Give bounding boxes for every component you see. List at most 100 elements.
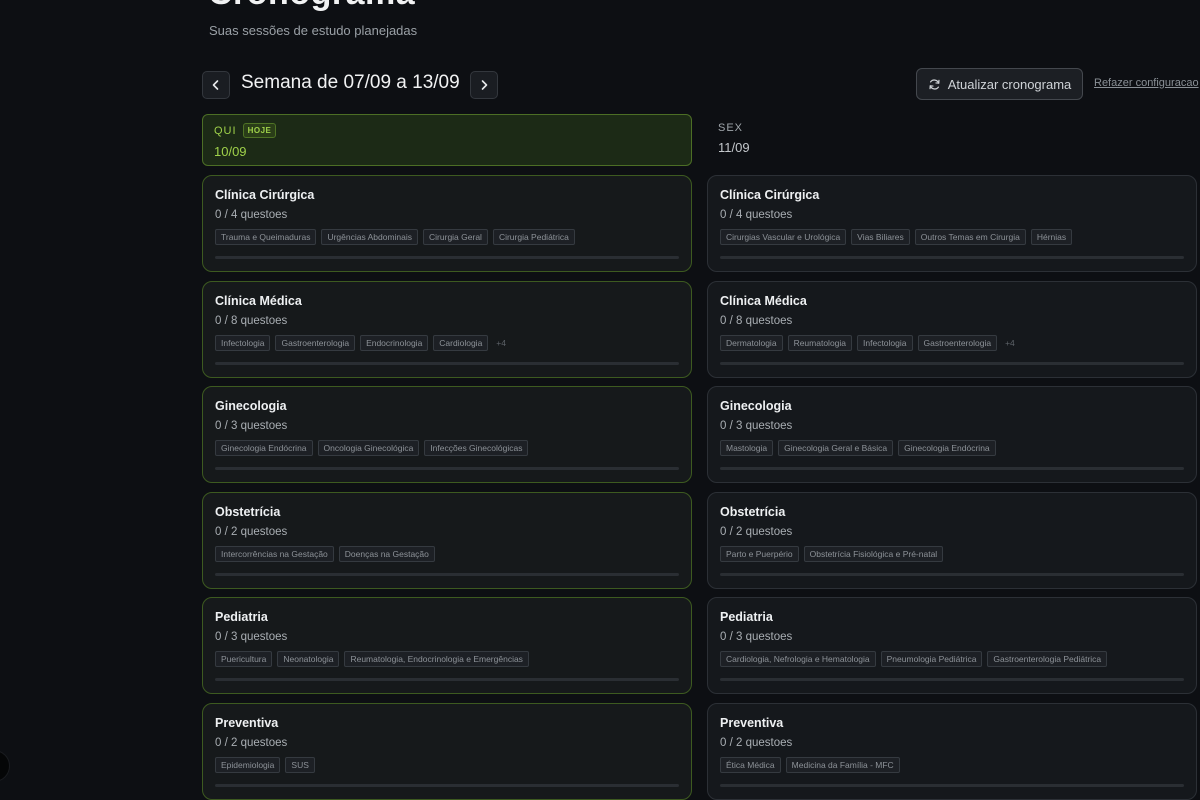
session-count: 0 / 8 questoes <box>215 315 288 327</box>
session-progress-bar <box>215 573 679 576</box>
day-of-week-label: QUI <box>214 124 237 137</box>
day-of-week: SEX <box>718 122 1186 134</box>
session-count: 0 / 2 questoes <box>720 526 793 538</box>
day-date: 10/09 <box>214 144 247 159</box>
session-count: 0 / 3 questoes <box>720 420 793 432</box>
session-card[interactable]: Clínica Médica 0 / 8 questoes Infectologia… <box>202 281 692 378</box>
session-progress-bar <box>720 678 1184 681</box>
session-subject: Clínica Médica <box>215 294 302 308</box>
topic-tag: Intercorrências na Gestação <box>215 546 334 562</box>
redo-config-link[interactable]: Refazer configuracao <box>1094 77 1199 89</box>
session-card[interactable]: Preventiva 0 / 2 questoes Epidemiologia SUS <box>202 703 692 800</box>
topic-tag: Trauma e Queimaduras <box>215 229 317 245</box>
topic-tags: Puericultura Neonatologia Reumatologia, En… <box>215 651 679 667</box>
session-progress-bar <box>720 362 1184 365</box>
topic-tag: Outros Temas em Cirurgia <box>914 229 1026 245</box>
session-subject: Ginecologia <box>720 399 792 413</box>
topic-tags: Cirurgias Vascular e Urológica Vias Bilia… <box>720 229 1184 245</box>
week-label: Semana de 07/09 a 13/09 <box>241 72 460 93</box>
session-subject: Obstetrícia <box>720 505 786 519</box>
session-progress-bar <box>720 467 1184 470</box>
session-subject: Ginecologia <box>215 399 287 413</box>
topic-tags: Parto e Puerpério Obstetrícia Fisiológica… <box>720 546 1184 562</box>
topic-tag: Gastroenterologia <box>917 335 998 351</box>
more-tags-count[interactable]: +4 <box>493 338 506 348</box>
session-card[interactable]: Ginecologia 0 / 3 questoes Ginecologia End… <box>202 386 692 483</box>
session-subject: Clínica Médica <box>720 294 807 308</box>
session-card[interactable]: Clínica Cirúrgica 0 / 4 questoes Trauma e … <box>202 175 692 272</box>
session-subject: Pediatria <box>720 610 773 624</box>
page-title: Cronograma <box>208 0 415 13</box>
session-progress-bar <box>215 678 679 681</box>
floating-dot[interactable] <box>0 750 10 782</box>
topic-tag: Obstetrícia Fisiológica e Pré-natal <box>803 546 944 562</box>
topic-tag: Cirurgia Pediátrica <box>492 229 575 245</box>
session-card[interactable]: Obstetrícia 0 / 2 questoes Parto e Puerpér… <box>707 492 1197 589</box>
day-header-1: SEX 11/09 <box>707 114 1197 166</box>
topic-tag: Doenças na Gestação <box>338 546 435 562</box>
session-card[interactable]: Preventiva 0 / 2 questoes Ética Médica Medi… <box>707 703 1197 800</box>
topic-tag: Cirurgias Vascular e Urológica <box>720 229 847 245</box>
topic-tag: Hérnias <box>1030 229 1073 245</box>
topic-tag: Epidemiologia <box>215 757 281 773</box>
chevron-left-icon <box>212 80 219 90</box>
topic-tag: Infectologia <box>215 335 271 351</box>
session-progress-bar <box>720 573 1184 576</box>
topic-tags: Epidemiologia SUS <box>215 757 679 773</box>
prev-week-button[interactable] <box>202 71 230 99</box>
next-week-button[interactable] <box>470 71 498 99</box>
session-card[interactable]: Clínica Cirúrgica 0 / 4 questoes Cirurgias… <box>707 175 1197 272</box>
session-subject: Obstetrícia <box>215 505 281 519</box>
chevron-right-icon <box>481 80 488 90</box>
topic-tag: Ética Médica <box>720 757 781 773</box>
page-subtitle: Suas sessões de estudo planejadas <box>209 23 418 38</box>
session-card[interactable]: Obstetrícia 0 / 2 questoes Intercorrências… <box>202 492 692 589</box>
session-subject: Clínica Cirúrgica <box>215 188 315 202</box>
topic-tag: Endocrinologia <box>360 335 429 351</box>
topic-tag: Reumatologia, Endocrinologia e Emergênci… <box>344 651 529 667</box>
topic-tag: Neonatologia <box>277 651 340 667</box>
session-progress-bar <box>720 784 1184 787</box>
day-header-0: QUI HOJE 10/09 <box>202 114 692 166</box>
topic-tag: Pneumologia Pediátrica <box>880 651 983 667</box>
topic-tags: Ética Médica Medicina da Família - MFC <box>720 757 1184 773</box>
topic-tag: Infectologia <box>857 335 913 351</box>
day-date: 11/09 <box>718 140 750 155</box>
topic-tag: Parto e Puerpério <box>720 546 799 562</box>
topic-tags: Cardiologia, Nefrologia e Hematologia Pne… <box>720 651 1184 667</box>
topic-tag: Reumatologia <box>787 335 853 351</box>
session-card[interactable]: Ginecologia 0 / 3 questoes Mastologia Ginec… <box>707 386 1197 483</box>
session-count: 0 / 4 questoes <box>720 209 793 221</box>
topic-tag: Ginecologia Endócrina <box>898 440 996 456</box>
session-count: 0 / 3 questoes <box>215 631 288 643</box>
session-count: 0 / 2 questoes <box>215 526 288 538</box>
more-tags-count[interactable]: +4 <box>1002 338 1015 348</box>
topic-tag: Cardiologia, Nefrologia e Hematologia <box>720 651 876 667</box>
topic-tag: Mastologia <box>720 440 774 456</box>
session-card[interactable]: Pediatria 0 / 3 questoes Puericultura Neona… <box>202 597 692 694</box>
topic-tag: Gastroenterologia <box>275 335 356 351</box>
topic-tag: Gastroenterologia Pediátrica <box>987 651 1108 667</box>
session-count: 0 / 2 questoes <box>720 737 793 749</box>
topic-tag: Puericultura <box>215 651 273 667</box>
day-of-week-label: SEX <box>718 122 744 134</box>
session-count: 0 / 4 questoes <box>215 209 288 221</box>
topic-tag: Ginecologia Endócrina <box>215 440 313 456</box>
session-card[interactable]: Pediatria 0 / 3 questoes Cardiologia, Nefr… <box>707 597 1197 694</box>
topic-tag: Dermatologia <box>720 335 783 351</box>
topic-tag: SUS <box>285 757 315 773</box>
session-count: 0 / 3 questoes <box>215 420 288 432</box>
session-progress-bar <box>215 256 679 259</box>
topic-tag: Cirurgia Geral <box>423 229 488 245</box>
session-subject: Clínica Cirúrgica <box>720 188 820 202</box>
session-subject: Pediatria <box>215 610 268 624</box>
refresh-label: Atualizar cronograma <box>947 76 1072 92</box>
session-card[interactable]: Clínica Médica 0 / 8 questoes Dermatologia… <box>707 281 1197 378</box>
session-count: 0 / 3 questoes <box>720 631 793 643</box>
topic-tag: Cardiologia <box>433 335 489 351</box>
topic-tags: Ginecologia Endócrina Oncologia Ginecológ… <box>215 440 679 456</box>
today-badge: HOJE <box>242 123 277 138</box>
topic-tag: Infecções Ginecológicas <box>424 440 529 456</box>
session-progress-bar <box>215 467 679 470</box>
refresh-schedule-button[interactable]: Atualizar cronograma <box>916 68 1083 100</box>
